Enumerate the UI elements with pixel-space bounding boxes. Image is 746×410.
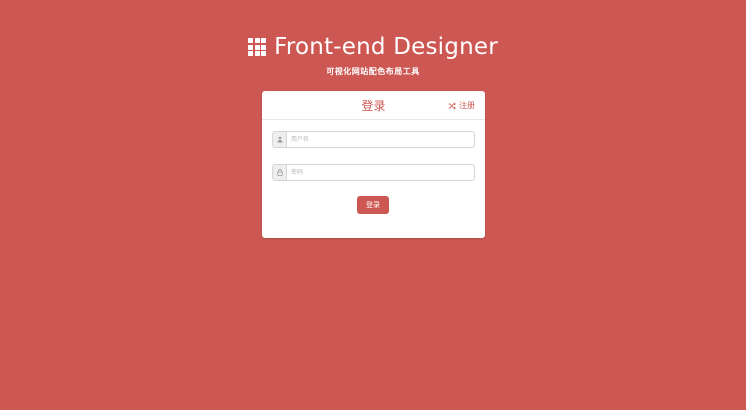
- shuffle-icon: [448, 101, 456, 110]
- register-link[interactable]: 注册: [448, 100, 475, 111]
- brand-title: Front-end Designer: [274, 34, 498, 60]
- lock-icon: [276, 169, 283, 176]
- username-addon: [273, 132, 287, 147]
- password-addon: [273, 165, 287, 180]
- brand-subtitle: 可视化网站配色布局工具: [326, 67, 420, 76]
- login-card-header: 登录 注册: [262, 91, 485, 120]
- grid-icon: [248, 38, 267, 56]
- login-button[interactable]: 登录: [357, 196, 389, 214]
- login-card: 登录 注册 登录: [262, 91, 485, 238]
- brand-header: Front-end Designer: [0, 34, 746, 60]
- password-input[interactable]: [287, 165, 474, 180]
- username-input[interactable]: [287, 132, 474, 147]
- register-label: 注册: [459, 101, 475, 110]
- username-field: [272, 131, 475, 148]
- user-icon: [277, 136, 282, 143]
- password-field: [272, 164, 475, 181]
